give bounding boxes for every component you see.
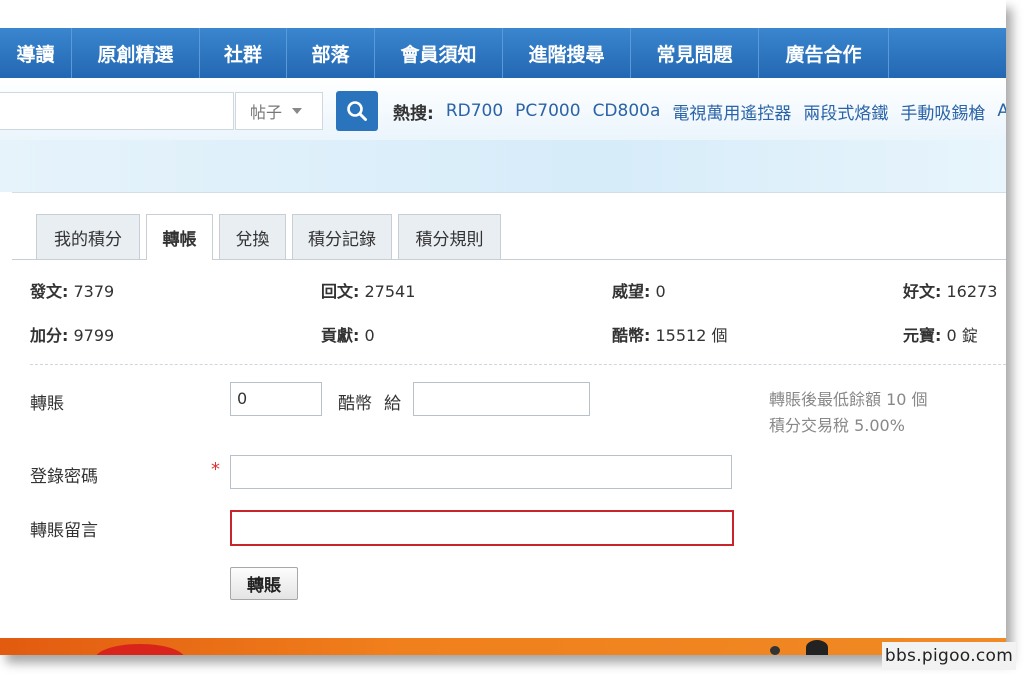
hot-searches-label: 熱搜:	[393, 103, 434, 124]
nav-item-advertising[interactable]: 廣告合作	[759, 28, 889, 78]
stat-label: 好文:	[903, 282, 942, 301]
stat-label: 發文:	[30, 282, 69, 301]
stat-value: 0	[655, 282, 666, 301]
site-watermark: bbs.pigoo.com	[882, 642, 1016, 670]
recipient-input[interactable]	[413, 382, 590, 416]
screenshot-frame: 導讀 原創精選 社群 部落 會員須知 進階搜尋 常見問題 廣告合作 帖子 熱搜:…	[0, 0, 1006, 655]
hot-link[interactable]: 兩段式烙鐵	[803, 99, 888, 124]
hot-link[interactable]: 手動吸錫槍	[900, 99, 985, 124]
stat-value: 7379	[73, 282, 115, 301]
stat-ingot: 元寶: 0 錠	[903, 322, 978, 346]
credits-panel: 我的積分 轉帳 兌換 積分記錄 積分規則 發文: 7379 回文: 27541 …	[12, 192, 1006, 639]
tax-hint: 積分交易稅 5.00%	[769, 416, 905, 435]
stat-label: 貢獻:	[321, 326, 360, 345]
stat-value: 0	[364, 326, 375, 345]
stat-value: 15512 個	[655, 326, 728, 345]
stat-label: 酷幣:	[612, 326, 651, 345]
banner-area	[0, 140, 1006, 192]
nav-item-faq[interactable]: 常見問題	[631, 28, 759, 78]
nav-item-member-notice[interactable]: 會員須知	[375, 28, 503, 78]
hot-link[interactable]: RD700	[446, 101, 503, 121]
divider	[30, 364, 1006, 365]
nav-item-advanced-search[interactable]: 進階搜尋	[503, 28, 631, 78]
message-field[interactable]	[230, 510, 734, 546]
stat-label: 元寶:	[903, 326, 942, 345]
currency-label: 酷幣	[338, 394, 372, 414]
stat-value: 27541	[364, 282, 416, 301]
stat-label: 加分:	[30, 326, 69, 345]
transfer-submit-button[interactable]: 轉賬	[230, 567, 298, 600]
password-label: 登錄密碼	[30, 467, 98, 487]
transfer-label: 轉賬	[30, 394, 64, 414]
search-button[interactable]	[336, 91, 378, 131]
stat-posts: 發文: 7379	[30, 278, 114, 302]
hot-link[interactable]: AI	[997, 101, 1006, 121]
nav-item-original-picks[interactable]: 原創精選	[72, 28, 200, 78]
footer-figure	[806, 640, 828, 655]
search-input[interactable]	[0, 92, 234, 130]
stat-contribution: 貢獻: 0	[321, 322, 375, 346]
footer-figure	[770, 646, 780, 655]
stat-replies: 回文: 27541	[321, 278, 415, 302]
hot-searches: 熱搜: RD700 PC7000 CD800a 電視萬用遙控器 兩段式烙鐵 手動…	[393, 92, 1006, 130]
stat-label: 回文:	[321, 282, 360, 301]
tab-exchange[interactable]: 兌換	[219, 214, 286, 259]
stat-prestige: 威望: 0	[612, 278, 666, 302]
search-bar: 帖子 熱搜: RD700 PC7000 CD800a 電視萬用遙控器 兩段式烙鐵…	[0, 78, 1006, 140]
search-type-select[interactable]: 帖子	[235, 92, 323, 130]
tab-my-credits[interactable]: 我的積分	[36, 214, 140, 259]
search-type-label: 帖子	[250, 103, 283, 122]
min-balance-hint: 轉賬後最低餘額 10 個	[769, 390, 928, 409]
stat-value: 9799	[73, 326, 115, 345]
stat-coolcoin: 酷幣: 15512 個	[612, 322, 728, 346]
hot-link[interactable]: CD800a	[593, 101, 661, 121]
to-label: 給	[384, 394, 401, 414]
message-label: 轉賬留言	[30, 521, 98, 541]
nav-item-community[interactable]: 社群	[200, 28, 287, 78]
stat-value: 16273	[946, 282, 998, 301]
required-mark: *	[211, 459, 220, 480]
nav-item-blog[interactable]: 部落	[287, 28, 375, 78]
stat-bonus: 加分: 9799	[30, 322, 114, 346]
search-icon	[347, 101, 367, 121]
nav-item-guide[interactable]: 導讀	[0, 28, 72, 78]
tab-transfer[interactable]: 轉帳	[146, 214, 213, 260]
hot-link[interactable]: PC7000	[515, 101, 580, 121]
stat-label: 威望:	[612, 282, 651, 301]
stat-value: 0 錠	[946, 326, 978, 345]
stat-good-posts: 好文: 16273	[903, 278, 997, 302]
credits-tabs: 我的積分 轉帳 兌換 積分記錄 積分規則	[12, 214, 1006, 260]
amount-input[interactable]: 0	[230, 382, 322, 416]
password-field[interactable]	[230, 455, 732, 489]
chevron-down-icon	[292, 108, 303, 114]
main-nav: 導讀 原創精選 社群 部落 會員須知 進階搜尋 常見問題 廣告合作	[0, 28, 1006, 78]
tab-credit-rules[interactable]: 積分規則	[398, 214, 501, 259]
top-strip	[0, 0, 1006, 28]
tab-credit-log[interactable]: 積分記錄	[292, 214, 392, 259]
hot-link[interactable]: 電視萬用遙控器	[672, 99, 791, 124]
